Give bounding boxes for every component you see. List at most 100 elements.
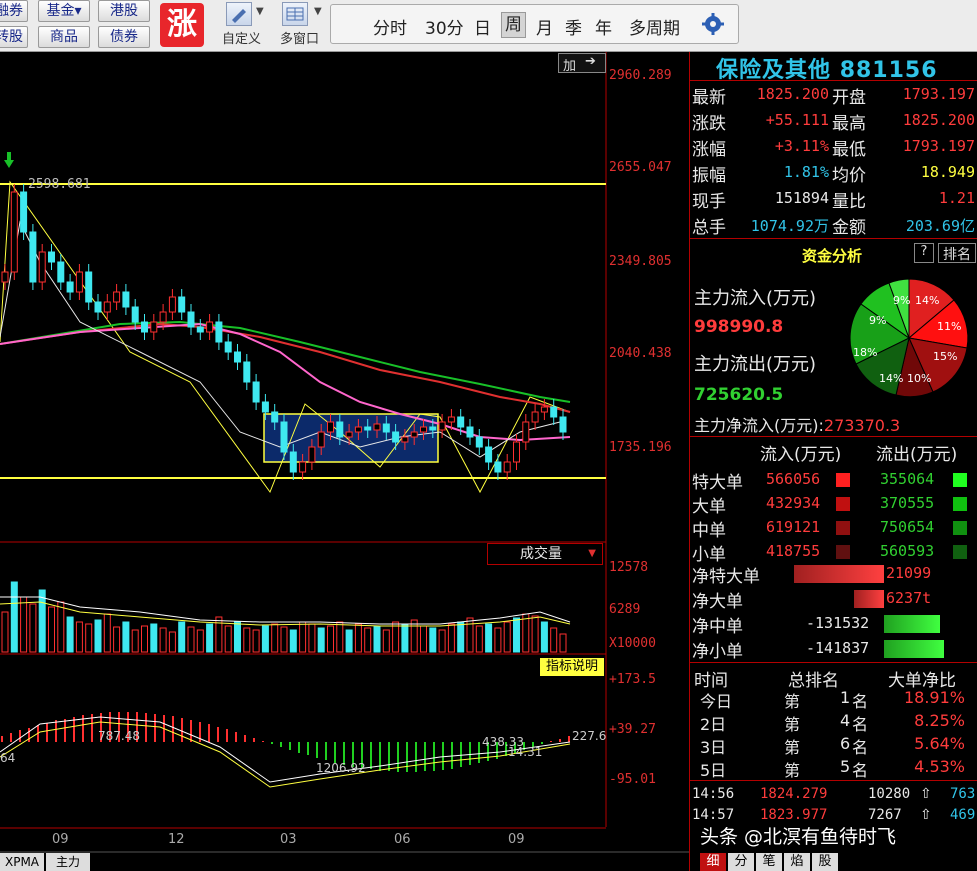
help-button[interactable]: ? (914, 243, 934, 263)
detail-tab[interactable]: 分 (728, 853, 754, 871)
period-year[interactable]: 年 (595, 14, 612, 39)
rank-pct: 4.53% (914, 757, 965, 776)
quote-label: 最新 (692, 88, 726, 108)
flow-in-swatch (836, 473, 850, 487)
fund-title: 资金分析 (802, 247, 863, 265)
volume-bar (150, 623, 158, 653)
quote-value: +55.111 (765, 111, 829, 129)
volume-bar (382, 629, 390, 653)
pie-label-2: 9% (869, 314, 886, 327)
quote-label: 量比 (832, 192, 866, 212)
volume-bar (485, 623, 493, 653)
quote-label: 振幅 (692, 166, 726, 186)
candle-body (178, 296, 186, 313)
multiwindow-label: 多窗口 (280, 32, 320, 47)
tab-main-force[interactable]: 主力 (46, 853, 90, 871)
detail-tab[interactable]: 焰 (784, 853, 810, 871)
candle-body (354, 426, 362, 433)
candle-body (206, 321, 214, 333)
flow-in-swatch (836, 545, 850, 559)
volume-bar (57, 601, 65, 653)
candle-body (345, 431, 353, 438)
volume-bar (271, 623, 279, 653)
indicator-help-button[interactable]: 指标说明 (540, 658, 604, 676)
volume-bar (429, 627, 437, 653)
period-timeshare[interactable]: 分时 (373, 14, 407, 39)
quote-label: 开盘 (832, 88, 866, 108)
pie-label-3: 14% (915, 294, 939, 307)
flow-in-value: 432934 (766, 494, 821, 512)
rank-number: 5 (840, 757, 851, 776)
candle-body (466, 426, 474, 438)
main-inflow-value: 998990.8 (694, 317, 784, 337)
x-label-4: 06 (394, 832, 411, 847)
custom-dropdown-icon[interactable]: ▼ (256, 6, 264, 17)
toolbar: 融券 基金▾ 港股 转股 商品 债券 涨 自定义 ▼ 多窗口 ▼ ✕ 分时 30… (0, 0, 977, 52)
volume-bar (196, 629, 204, 653)
dea-line (0, 721, 571, 788)
flow-out-swatch (953, 473, 967, 487)
candle-body (475, 436, 483, 448)
fund-button[interactable]: 基金▾ (38, 0, 90, 22)
volume-bar (345, 629, 353, 653)
candle-body (410, 431, 418, 438)
vol-label-2: 6289 (609, 602, 641, 617)
x-label-1: 09 (52, 832, 69, 847)
flow-in-value: 619121 (766, 518, 821, 536)
candle-body (271, 411, 279, 423)
period-week[interactable]: 周 (501, 12, 526, 38)
volume-indicator-dropdown[interactable]: 成交量 ▼ (487, 543, 603, 565)
detail-tab[interactable]: 股 (812, 853, 838, 871)
rank-number: 4 (840, 711, 851, 730)
volume-bar (466, 617, 474, 653)
quote-value: 203.69亿 (905, 217, 975, 235)
quote-value: +3.11% (774, 137, 829, 155)
detail-tab[interactable]: 笔 (756, 853, 782, 871)
right-panel-border (689, 52, 690, 871)
rank-prefix: 第 (784, 715, 801, 734)
net-inflow-row: 主力净流入(万元):273370.3 (694, 412, 900, 436)
volume-bar (234, 621, 241, 653)
period-multi[interactable]: 多周期 (629, 14, 680, 39)
period-month[interactable]: 月 (536, 14, 553, 39)
volume-bar (540, 621, 548, 653)
convertible-button[interactable]: 转股 (0, 26, 28, 48)
candle-body (10, 191, 18, 273)
add-button[interactable]: 加 ➔ (558, 53, 606, 74)
volume-bar (327, 625, 334, 653)
tab-xpma[interactable]: XPMA (0, 853, 44, 871)
hk-stock-button[interactable]: 港股 (98, 0, 150, 22)
volume-label: 成交量 (520, 546, 562, 562)
quote-label: 最高 (832, 114, 866, 134)
commodity-button[interactable]: 商品 (38, 26, 90, 48)
volume-bar (75, 621, 83, 653)
quote-value: 1825.200 (902, 111, 975, 129)
net-row-label: 净中单 (692, 617, 743, 637)
volume-bar (364, 627, 372, 653)
volume-bar (522, 613, 530, 653)
gear-icon[interactable] (701, 12, 725, 40)
net-row-label: 净小单 (692, 642, 743, 662)
rongquan-button[interactable]: 融券 (0, 0, 28, 22)
macd-label-4: 14.31 (508, 745, 542, 759)
candle-body (280, 421, 288, 453)
candle-body (29, 231, 37, 283)
quote-label: 最低 (832, 140, 866, 160)
period-quarter[interactable]: 季 (565, 14, 582, 39)
rank-time: 今日 (700, 692, 733, 711)
net-bar-negative (884, 615, 940, 633)
rank-button[interactable]: 排名 (938, 243, 976, 263)
multiwindow-dropdown-icon[interactable]: ▼ (314, 6, 322, 17)
detail-tab[interactable]: 细 (700, 853, 726, 871)
candle-body (187, 311, 195, 328)
volume-bar (122, 621, 130, 653)
bond-button[interactable]: 债券 (98, 26, 150, 48)
kline-chart-area[interactable]: 2598.681 787.48 1206.92 438.33 14.31 227… (0, 52, 690, 871)
candle-body (420, 426, 427, 433)
expand-arrow-icon[interactable]: ➔ (585, 54, 596, 69)
candle-body (457, 416, 465, 428)
grid-icon (282, 2, 308, 26)
period-day[interactable]: 日 (474, 14, 491, 39)
period-30min[interactable]: 30分 (425, 14, 464, 39)
zhang-button[interactable]: 涨 (160, 3, 204, 47)
